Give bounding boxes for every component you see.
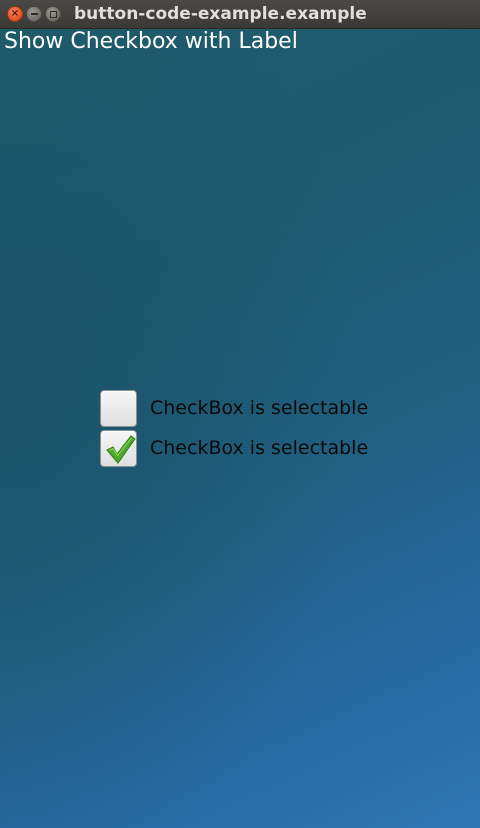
maximize-icon[interactable] bbox=[45, 6, 61, 22]
window-title: button-code-example.example bbox=[74, 4, 367, 24]
page-heading: Show Checkbox with Label bbox=[4, 29, 298, 54]
main-content: Show Checkbox with Label CheckBox is sel… bbox=[0, 29, 480, 828]
title-bar: × button-code-example.example bbox=[0, 0, 480, 29]
checkbox-row-1[interactable]: CheckBox is selectable bbox=[100, 389, 369, 427]
checkbox-label: CheckBox is selectable bbox=[150, 397, 369, 419]
checkbox-row-2[interactable]: CheckBox is selectable bbox=[100, 429, 369, 467]
checkbox-label: CheckBox is selectable bbox=[150, 437, 369, 459]
checkbox-checked[interactable] bbox=[100, 429, 137, 467]
minimize-icon[interactable] bbox=[26, 6, 42, 22]
app-window: × button-code-example.example Show Check… bbox=[0, 0, 480, 828]
checkmark-icon bbox=[106, 434, 136, 464]
checkbox-unchecked[interactable] bbox=[100, 389, 137, 427]
close-icon[interactable]: × bbox=[7, 6, 23, 22]
